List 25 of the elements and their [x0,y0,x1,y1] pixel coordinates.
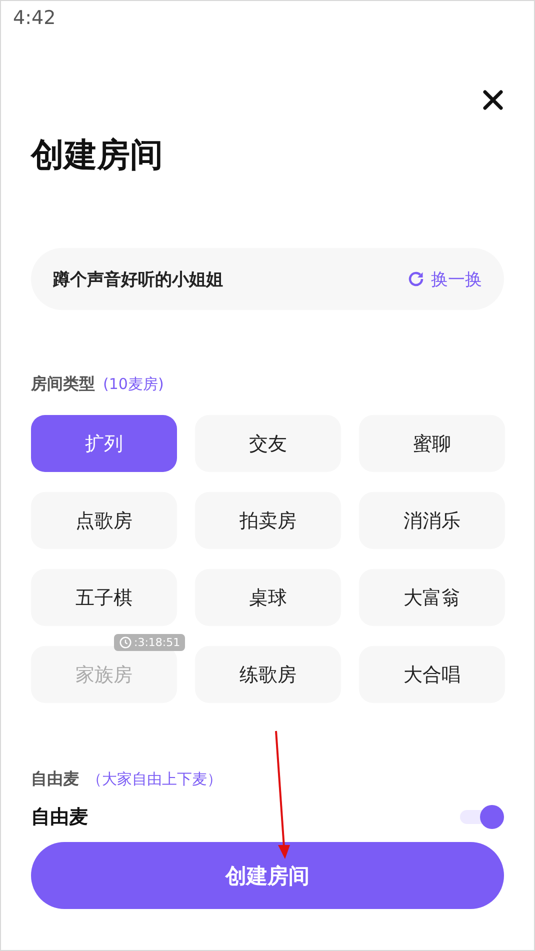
timer-badge: :3:18:51 [114,634,186,651]
status-time: 4:42 [13,7,56,29]
toggle-label: 自由麦 [31,805,88,830]
room-type-option[interactable]: 蜜聊 [359,415,505,472]
create-room-button[interactable]: 创建房间 [31,842,504,909]
section-label: 自由麦 [31,769,79,790]
page-title: 创建房间 [31,134,163,176]
section-label: 房间类型 [31,374,95,395]
room-type-option[interactable]: 桌球 [195,569,341,626]
room-type-option[interactable]: 点歌房 [31,492,177,549]
room-type-option[interactable]: 消消乐 [359,492,505,549]
refresh-icon [407,270,425,288]
close-icon[interactable] [482,89,504,111]
topic-text: 蹲个声音好听的小姐姐 [53,268,223,290]
room-type-option[interactable]: 大富翁 [359,569,505,626]
section-hint: （大家自由上下麦） [87,770,222,789]
room-type-option[interactable]: 交友 [195,415,341,472]
room-type-option[interactable]: 扩列 [31,415,177,472]
room-type-option[interactable]: 练歌房 [195,646,341,703]
free-mic-toggle[interactable] [460,804,504,830]
refresh-button[interactable]: 换一换 [407,268,482,290]
room-type-option[interactable]: 拍卖房 [195,492,341,549]
room-type-option[interactable]: 五子棋 [31,569,177,626]
room-type-option[interactable]: 大合唱 [359,646,505,703]
section-hint: (10麦房) [103,375,164,394]
